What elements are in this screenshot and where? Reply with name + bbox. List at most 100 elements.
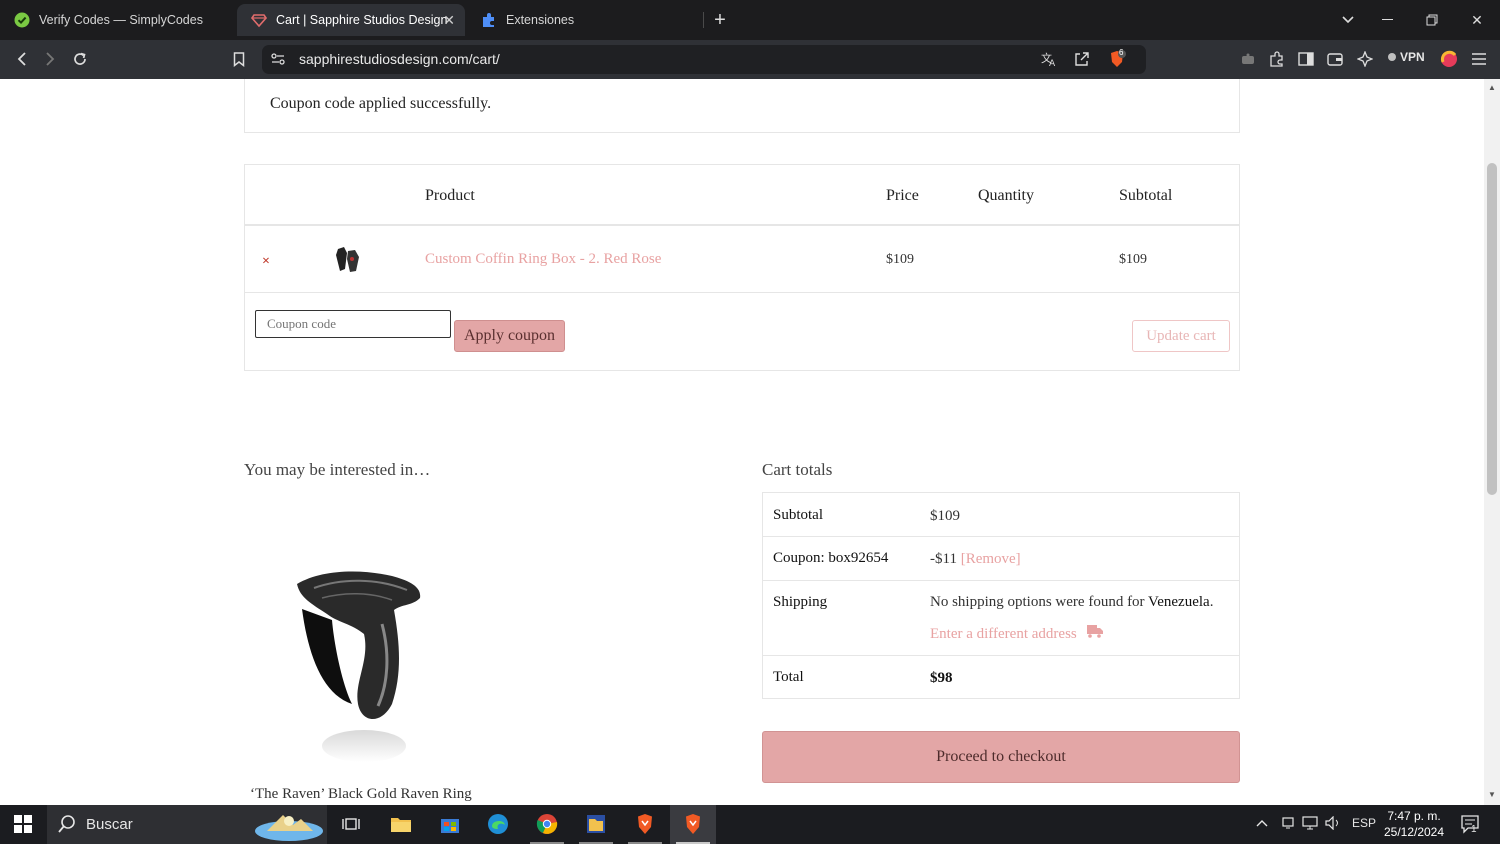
task-view-icon[interactable] bbox=[337, 810, 365, 838]
search-label: Buscar bbox=[86, 816, 133, 833]
clock-date: 25/12/2024 bbox=[1383, 825, 1445, 839]
subtotal-value: $109 bbox=[930, 508, 960, 524]
brave-browser-active-icon[interactable] bbox=[679, 810, 707, 838]
tray-overflow-chevron-icon[interactable] bbox=[1256, 816, 1268, 830]
shipping-message-prefix: No shipping options were found for bbox=[930, 594, 1145, 610]
cross-sells-title: You may be interested in… bbox=[244, 460, 431, 479]
new-tab-plus-icon[interactable]: + bbox=[698, 0, 742, 40]
header-subtotal: Subtotal bbox=[1119, 187, 1173, 204]
scroll-up-arrow-icon[interactable]: ▲ bbox=[1488, 83, 1496, 92]
share-icon[interactable] bbox=[1070, 48, 1094, 70]
header-divider bbox=[245, 224, 1239, 226]
shipping-country: Venezuela bbox=[1148, 594, 1210, 610]
minimize-icon[interactable] bbox=[1366, 0, 1410, 40]
file-manager-app-icon[interactable] bbox=[582, 810, 610, 838]
search-highlight-image bbox=[253, 807, 325, 848]
truck-icon bbox=[1086, 625, 1103, 638]
vpn-status-dot bbox=[1388, 53, 1396, 61]
windows-start-icon[interactable] bbox=[9, 810, 37, 838]
brave-browser-icon[interactable] bbox=[631, 810, 659, 838]
product-link[interactable]: Custom Coffin Ring Box - 2. Red Rose bbox=[425, 251, 661, 268]
search-icon bbox=[57, 814, 77, 839]
network-icon[interactable] bbox=[1302, 816, 1318, 833]
sapphire-gem-icon bbox=[251, 12, 267, 28]
microsoft-store-icon[interactable] bbox=[436, 810, 464, 838]
apply-coupon-button[interactable]: Apply coupon bbox=[454, 320, 565, 352]
volume-icon[interactable] bbox=[1325, 815, 1341, 833]
header-product: Product bbox=[425, 187, 475, 204]
coupon-notice: Coupon code applied successfully. bbox=[244, 79, 1240, 133]
language-indicator[interactable]: ESP bbox=[1352, 816, 1376, 830]
tab-extensiones[interactable]: Extensiones bbox=[467, 4, 703, 36]
address-bar[interactable]: sapphirestudiosdesign.com/cart/ 文A 6 bbox=[262, 45, 1146, 74]
shipping-label: Shipping bbox=[773, 594, 828, 610]
totals-divider bbox=[763, 655, 1239, 656]
totals-divider bbox=[763, 536, 1239, 537]
notification-center-icon[interactable] bbox=[1460, 814, 1480, 837]
remove-item-icon[interactable]: × bbox=[262, 254, 270, 270]
restore-icon[interactable] bbox=[1410, 0, 1454, 40]
menu-hamburger-icon[interactable] bbox=[1467, 48, 1491, 70]
item-price: $109 bbox=[886, 252, 914, 267]
notification-count: 1 bbox=[1471, 824, 1477, 835]
subtotal-label: Subtotal bbox=[773, 507, 824, 523]
raven-ring-image[interactable] bbox=[282, 564, 442, 764]
vpn-button[interactable]: VPN bbox=[1388, 50, 1425, 64]
scroll-down-arrow-icon[interactable]: ▼ bbox=[1488, 790, 1496, 799]
simplycodes-check-icon bbox=[14, 12, 30, 28]
translate-icon[interactable]: 文A bbox=[1037, 48, 1061, 70]
proceed-to-checkout-button[interactable]: Proceed to checkout bbox=[762, 731, 1240, 783]
puzzle-icon bbox=[481, 12, 497, 28]
file-explorer-icon[interactable] bbox=[387, 810, 415, 838]
cross-sell-product-name[interactable]: ‘The Raven’ Black Gold Raven Ring bbox=[250, 786, 472, 803]
browser-toolbar: sapphirestudiosdesign.com/cart/ 文A 6 VPN bbox=[0, 40, 1500, 79]
close-window-icon[interactable]: ✕ bbox=[1455, 0, 1499, 40]
forward-arrow-icon[interactable] bbox=[38, 48, 62, 70]
tab-title: Verify Codes — SimplyCodes bbox=[39, 13, 203, 27]
brave-shields-count: 6 bbox=[1119, 48, 1124, 57]
sidebar-toggle-icon[interactable] bbox=[1294, 48, 1318, 70]
tab-simplycodes[interactable]: Verify Codes — SimplyCodes bbox=[0, 4, 236, 36]
update-cart-button[interactable]: Update cart bbox=[1132, 320, 1230, 352]
change-address-link[interactable]: Enter a different address bbox=[930, 625, 1103, 643]
shipping-message: No shipping options were found for Venez… bbox=[930, 594, 1213, 611]
taskbar-clock[interactable]: 7:47 p. m. 25/12/2024 bbox=[1380, 808, 1448, 840]
totals-divider bbox=[763, 580, 1239, 581]
rewards-icon[interactable] bbox=[1437, 48, 1461, 70]
close-tab-icon[interactable]: ✕ bbox=[443, 12, 455, 29]
scrollbar-thumb[interactable] bbox=[1487, 163, 1497, 495]
coupon-value-group: -$11 [Remove] bbox=[930, 551, 1021, 568]
edge-browser-icon[interactable] bbox=[484, 810, 512, 838]
reload-icon[interactable] bbox=[68, 48, 92, 70]
extension-robot-icon[interactable] bbox=[1236, 48, 1260, 70]
url-text: sapphirestudiosdesign.com/cart/ bbox=[299, 51, 500, 67]
shipping-message-suffix: . bbox=[1209, 594, 1214, 610]
page-scrollbar[interactable]: ▲ ▼ bbox=[1484, 79, 1500, 805]
back-arrow-icon[interactable] bbox=[10, 48, 34, 70]
tab-list-chevron-icon[interactable] bbox=[1326, 0, 1370, 40]
site-settings-icon[interactable] bbox=[266, 48, 290, 70]
cart-table: Product Price Quantity Subtotal × Custom… bbox=[244, 164, 1240, 371]
bookmark-icon[interactable] bbox=[227, 48, 251, 70]
cart-totals-title: Cart totals bbox=[762, 460, 833, 479]
cart-page: Coupon code applied successfully. Produc… bbox=[0, 79, 1484, 805]
brave-shields-icon[interactable] bbox=[1105, 48, 1129, 70]
cart-totals-table: Subtotal $109 Coupon: box92654 -$11 [Rem… bbox=[762, 492, 1240, 699]
leo-ai-icon[interactable] bbox=[1353, 48, 1377, 70]
coupon-code-input[interactable] bbox=[255, 310, 451, 338]
header-quantity: Quantity bbox=[978, 187, 1034, 204]
tab-sapphire-cart[interactable]: Cart | Sapphire Studios Design ✕ bbox=[237, 4, 465, 36]
extensions-puzzle-icon[interactable] bbox=[1265, 48, 1289, 70]
taskbar-search-box[interactable]: Buscar bbox=[47, 805, 327, 844]
vpn-label: VPN bbox=[1400, 50, 1425, 64]
coupon-label: Coupon: box92654 bbox=[773, 550, 889, 566]
coffin-ring-box-thumbnail[interactable] bbox=[333, 245, 363, 275]
device-icon[interactable] bbox=[1281, 816, 1295, 833]
browser-tab-bar: Verify Codes — SimplyCodes Cart | Sapphi… bbox=[0, 0, 1500, 40]
wallet-icon[interactable] bbox=[1323, 48, 1347, 70]
clock-time: 7:47 p. m. bbox=[1387, 809, 1441, 823]
chrome-browser-icon[interactable] bbox=[533, 810, 561, 838]
remove-coupon-link[interactable]: [Remove] bbox=[961, 551, 1021, 567]
notice-message: Coupon code applied successfully. bbox=[270, 95, 492, 112]
header-price: Price bbox=[886, 187, 919, 204]
